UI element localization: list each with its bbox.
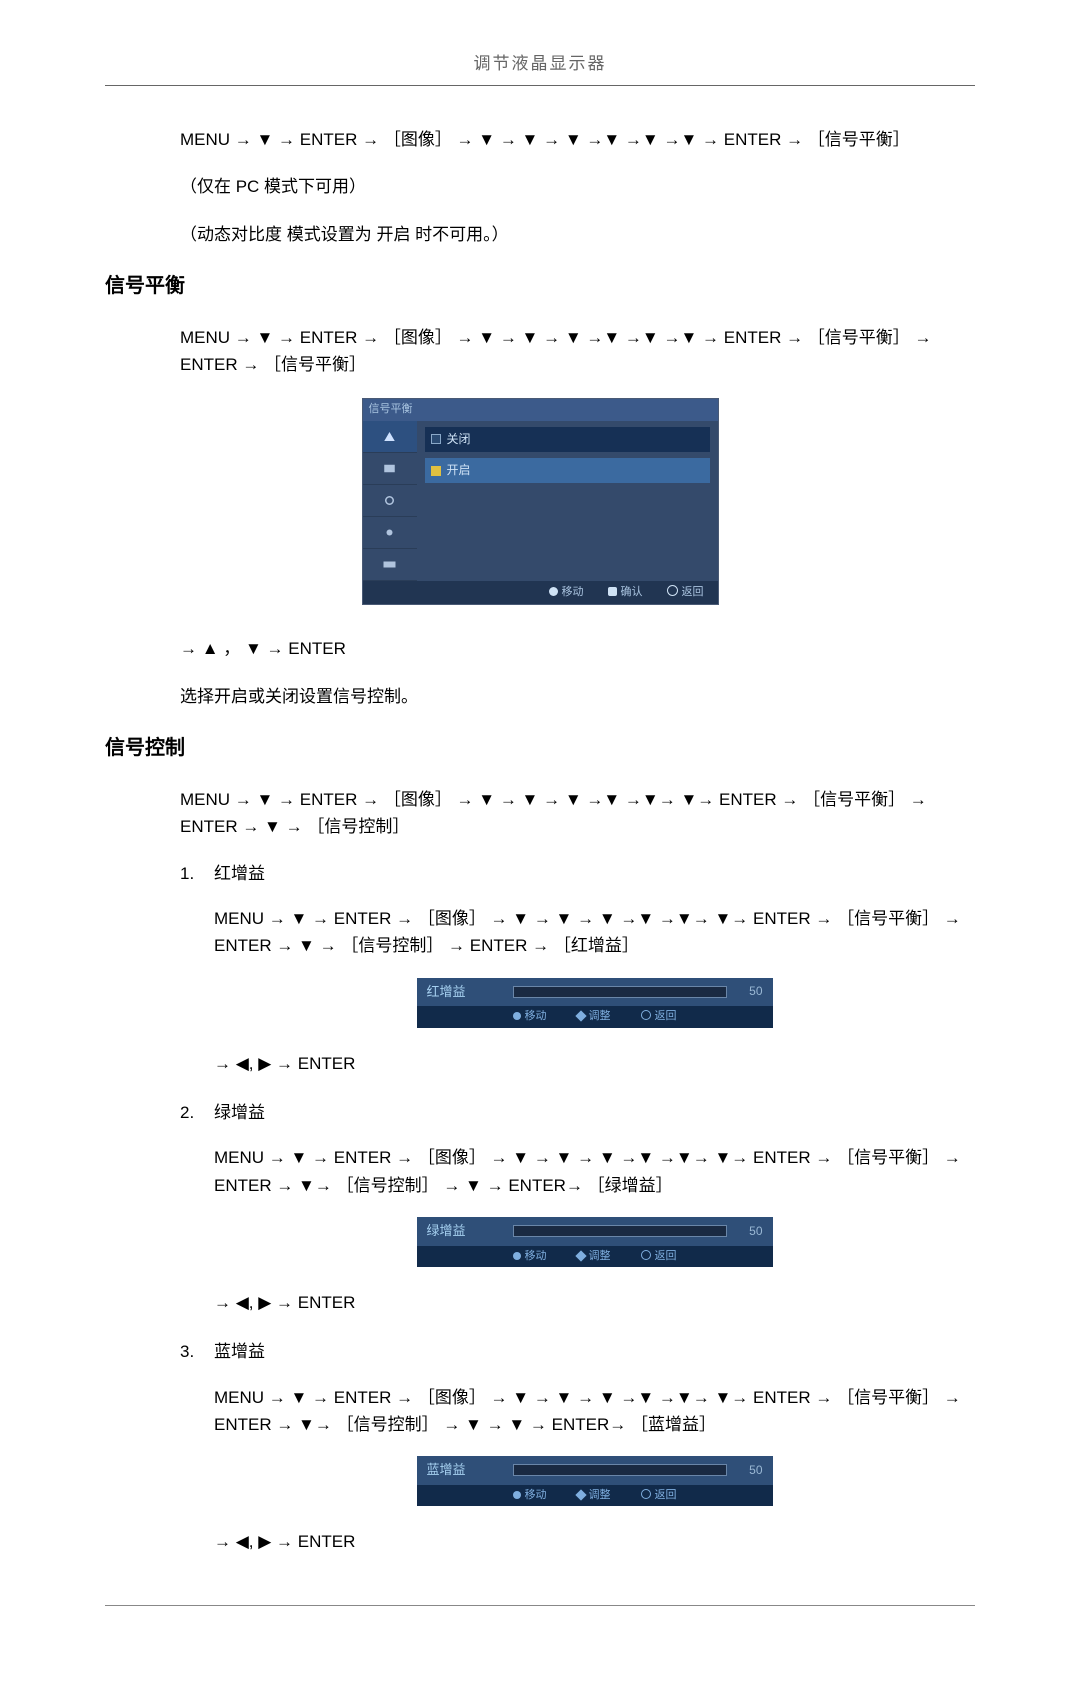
- red-gain-figure: 红增益 50 移动 调整 返回: [417, 978, 773, 1028]
- slider-foot-adjust: 调整: [577, 1487, 611, 1505]
- section-signal-control-title: 信号控制: [105, 732, 975, 764]
- page-header: 调节液晶显示器: [105, 50, 975, 86]
- slider-foot-return: 返回: [641, 1008, 677, 1026]
- item-name: 绿增益: [214, 1103, 265, 1122]
- option-on-label: 开启: [447, 461, 471, 480]
- footer-return: 返回: [667, 584, 704, 602]
- slider-foot-move: 移动: [513, 1248, 547, 1266]
- option-on: 开启: [425, 458, 710, 483]
- menu-figure-sidebar: [363, 421, 417, 581]
- option-off: 关闭: [425, 427, 710, 452]
- sidebar-icon-3: [363, 485, 417, 517]
- slider-foot-return: 返回: [641, 1248, 677, 1266]
- slider-bar: [513, 986, 727, 998]
- item-nav: MENU → ▼ → ENTER → ［图像］ → ▼ → ▼ → ▼ →▼ →…: [214, 905, 975, 959]
- intro-nav: MENU → ▼ → ENTER → ［图像］ → ▼ → ▼ → ▼ →▼ →…: [180, 126, 975, 153]
- slider-bar: [513, 1225, 727, 1237]
- sidebar-icon-4: [363, 517, 417, 549]
- slider-value: 50: [727, 1461, 763, 1480]
- slider-foot-adjust: 调整: [577, 1008, 611, 1026]
- checkbox-off-icon: [431, 434, 441, 444]
- item-adjust: → ◀, ▶ → ENTER: [214, 1289, 975, 1316]
- green-gain-figure: 绿增益 50 移动 调整 返回: [417, 1217, 773, 1267]
- sec1-nav: MENU → ▼ → ENTER → ［图像］ → ▼ → ▼ → ▼ →▼ →…: [180, 324, 975, 378]
- menu-figure-title: 信号平衡: [363, 399, 718, 421]
- blue-gain-figure: 蓝增益 50 移动 调整 返回: [417, 1456, 773, 1506]
- slider-label: 绿增益: [427, 1221, 513, 1242]
- sec1-adjust: → ▲ ， ▼ → ENTER: [180, 635, 975, 662]
- item-name: 蓝增益: [214, 1342, 265, 1361]
- slider-foot-adjust: 调整: [577, 1248, 611, 1266]
- footer-move: 移动: [549, 584, 584, 602]
- menu-figure-footer: 移动 确认 返回: [363, 581, 718, 605]
- section-signal-balance-title: 信号平衡: [105, 270, 975, 302]
- signal-balance-menu-figure: 信号平衡 关闭 开启 移动 确认 返回: [362, 398, 719, 605]
- option-off-label: 关闭: [447, 430, 471, 449]
- item-red-gain: 1.红增益 MENU → ▼ → ENTER → ［图像］ → ▼ → ▼ → …: [180, 860, 975, 1077]
- item-nav: MENU → ▼ → ENTER → ［图像］ → ▼ → ▼ → ▼ →▼ →…: [214, 1384, 975, 1438]
- sidebar-icon-1: [363, 421, 417, 453]
- footer-enter: 确认: [608, 584, 643, 602]
- item-adjust: → ◀, ▶ → ENTER: [214, 1528, 975, 1555]
- item-num: 2.: [180, 1099, 214, 1126]
- item-blue-gain: 3.蓝增益 MENU → ▼ → ENTER → ［图像］ → ▼ → ▼ → …: [180, 1338, 975, 1555]
- intro-dyn-note: （动态对比度 模式设置为 开启 时不可用。）: [180, 221, 975, 248]
- sidebar-icon-2: [363, 453, 417, 485]
- slider-foot-return: 返回: [641, 1487, 677, 1505]
- sec2-nav: MENU → ▼ → ENTER → ［图像］ → ▼ → ▼ → ▼ →▼ →…: [180, 786, 975, 840]
- item-nav: MENU → ▼ → ENTER → ［图像］ → ▼ → ▼ → ▼ →▼ →…: [214, 1144, 975, 1198]
- item-green-gain: 2.绿增益 MENU → ▼ → ENTER → ［图像］ → ▼ → ▼ → …: [180, 1099, 975, 1316]
- item-num: 3.: [180, 1338, 214, 1365]
- slider-foot-move: 移动: [513, 1487, 547, 1505]
- slider-bar: [513, 1464, 727, 1476]
- slider-value: 50: [727, 1222, 763, 1241]
- slider-foot-move: 移动: [513, 1008, 547, 1026]
- item-num: 1.: [180, 860, 214, 887]
- footer-rule: [105, 1605, 975, 1606]
- sidebar-icon-5: [363, 549, 417, 581]
- item-adjust: → ◀, ▶ → ENTER: [214, 1050, 975, 1077]
- item-name: 红增益: [214, 864, 265, 883]
- sec1-desc: 选择开启或关闭设置信号控制。: [180, 683, 975, 710]
- intro-pc-note: （仅在 PC 模式下可用）: [180, 173, 975, 200]
- slider-label: 蓝增益: [427, 1460, 513, 1481]
- slider-value: 50: [727, 982, 763, 1001]
- checkbox-on-icon: [431, 466, 441, 476]
- slider-label: 红增益: [427, 982, 513, 1003]
